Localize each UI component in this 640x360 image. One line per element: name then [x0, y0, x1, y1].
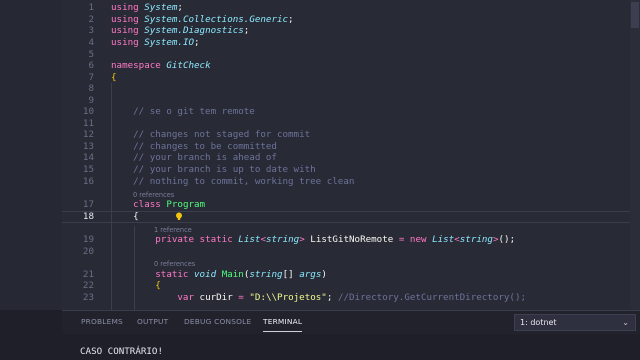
- code-text: using System.Collections.Generic;: [111, 14, 294, 25]
- terminal-output-line: CASO CONTRÁRIO!: [80, 346, 163, 357]
- code-line[interactable]: 10 // se o git tem remote: [62, 106, 630, 118]
- line-number: 9: [88, 95, 94, 106]
- code-line[interactable]: 22 {: [62, 280, 630, 292]
- code-text: // changes to be committed: [133, 141, 277, 152]
- line-number: 16: [82, 176, 94, 187]
- scrollbar-thumb[interactable]: [631, 2, 639, 28]
- line-number: 22: [82, 280, 94, 291]
- code-text: class Program: [133, 199, 206, 210]
- code-line[interactable]: 1 using System;: [62, 2, 630, 14]
- line-number: 5: [88, 49, 94, 60]
- tab-output[interactable]: OUTPUT: [137, 311, 168, 335]
- line-number: 23: [82, 292, 94, 303]
- code-text: {: [155, 280, 161, 291]
- code-line[interactable]: 15 // your branch is up to date with: [62, 164, 630, 176]
- line-number: 12: [82, 129, 94, 140]
- code-text: using System.Diagnostics;: [111, 25, 250, 36]
- code-text: var curDir = "D:\\Projetos"; //Directory…: [177, 292, 527, 303]
- code-line[interactable]: 13 // changes to be committed: [62, 141, 630, 153]
- tab-problems[interactable]: PROBLEMS: [81, 311, 123, 335]
- code-line[interactable]: 16 // nothing to commit, working tree cl…: [62, 176, 630, 188]
- codelens-references[interactable]: 0 references: [154, 260, 195, 268]
- line-number: 18: [82, 211, 94, 222]
- line-number: 19: [82, 234, 94, 245]
- terminal-select-label: 1: dotnet: [520, 318, 557, 327]
- line-number: 8: [88, 83, 94, 94]
- tab-debug-console[interactable]: DEBUG CONSOLE: [184, 311, 251, 335]
- terminal-area[interactable]: CASO CONTRÁRIO!: [62, 334, 640, 360]
- line-number: 14: [82, 152, 94, 163]
- line-number: 4: [88, 37, 94, 48]
- line-number: 20: [82, 246, 94, 257]
- code-line[interactable]: 7{: [62, 72, 630, 84]
- code-line[interactable]: 8: [62, 83, 630, 95]
- line-number: 6: [88, 60, 94, 71]
- code-text: {: [133, 211, 139, 222]
- line-number: 10: [82, 106, 94, 117]
- code-line[interactable]: 23 var curDir = "D:\\Projetos"; //Direct…: [62, 292, 630, 304]
- code-line[interactable]: 18 {: [62, 211, 630, 223]
- line-number: 7: [88, 72, 94, 83]
- code-text: namespace GitCheck: [111, 60, 211, 71]
- activity-sidebar: [0, 0, 63, 310]
- code-line[interactable]: 11: [62, 118, 630, 130]
- code-line[interactable]: 20: [62, 246, 630, 258]
- line-number: 17: [82, 199, 94, 210]
- line-number: 13: [82, 141, 94, 152]
- line-number: 3: [88, 25, 94, 36]
- code-line[interactable]: 14 // your branch is ahead of: [62, 152, 630, 164]
- code-text: private static List<string> ListGitNoRem…: [155, 234, 516, 245]
- code-line[interactable]: 21 static void Main(string[] args): [62, 269, 630, 281]
- line-number: 15: [82, 164, 94, 175]
- code-line[interactable]: 9: [62, 95, 630, 107]
- lightbulb-icon[interactable]: [175, 212, 183, 221]
- code-text: static void Main(string[] args): [155, 269, 327, 280]
- code-line[interactable]: 19 private static List<string> ListGitNo…: [62, 234, 630, 246]
- code-text: // nothing to commit, working tree clean: [133, 176, 355, 187]
- code-text: using System.IO;: [111, 37, 200, 48]
- code-line[interactable]: 5: [62, 49, 630, 61]
- code-line[interactable]: 2 using System.Collections.Generic;: [62, 14, 630, 26]
- code-text: // your branch is ahead of: [133, 152, 277, 163]
- chevron-down-icon: ⌄: [622, 318, 629, 327]
- codelens-references[interactable]: 0 references: [133, 191, 174, 199]
- code-line[interactable]: 17 class Program: [62, 199, 630, 211]
- panel-header: PROBLEMS OUTPUT DEBUG CONSOLE TERMINAL 1…: [62, 310, 640, 335]
- tab-terminal[interactable]: TERMINAL: [263, 311, 303, 332]
- code-text: using System;: [111, 2, 183, 13]
- line-number: 2: [88, 14, 94, 25]
- code-text: // your branch is up to date with: [133, 164, 316, 175]
- code-text: {: [111, 72, 117, 83]
- code-line[interactable]: 3 using System.Diagnostics;: [62, 25, 630, 37]
- line-number: 11: [82, 118, 94, 129]
- terminal-select[interactable]: 1: dotnet ⌄: [514, 314, 636, 331]
- line-number: 21: [82, 269, 94, 280]
- code-editor[interactable]: 1 using System; 2 using System.Collections.…: [62, 0, 640, 310]
- code-text: // se o git tem remote: [133, 106, 255, 117]
- code-line[interactable]: 6 namespace GitCheck: [62, 60, 630, 72]
- code-line[interactable]: 12 // changes not staged for commit: [62, 129, 630, 141]
- line-number: 1: [88, 2, 94, 13]
- code-line[interactable]: 4 using System.IO;: [62, 37, 630, 49]
- code-text: // changes not staged for commit: [133, 129, 311, 140]
- editor-scrollbar[interactable]: [630, 0, 640, 310]
- codelens-references[interactable]: 1 reference: [154, 226, 192, 234]
